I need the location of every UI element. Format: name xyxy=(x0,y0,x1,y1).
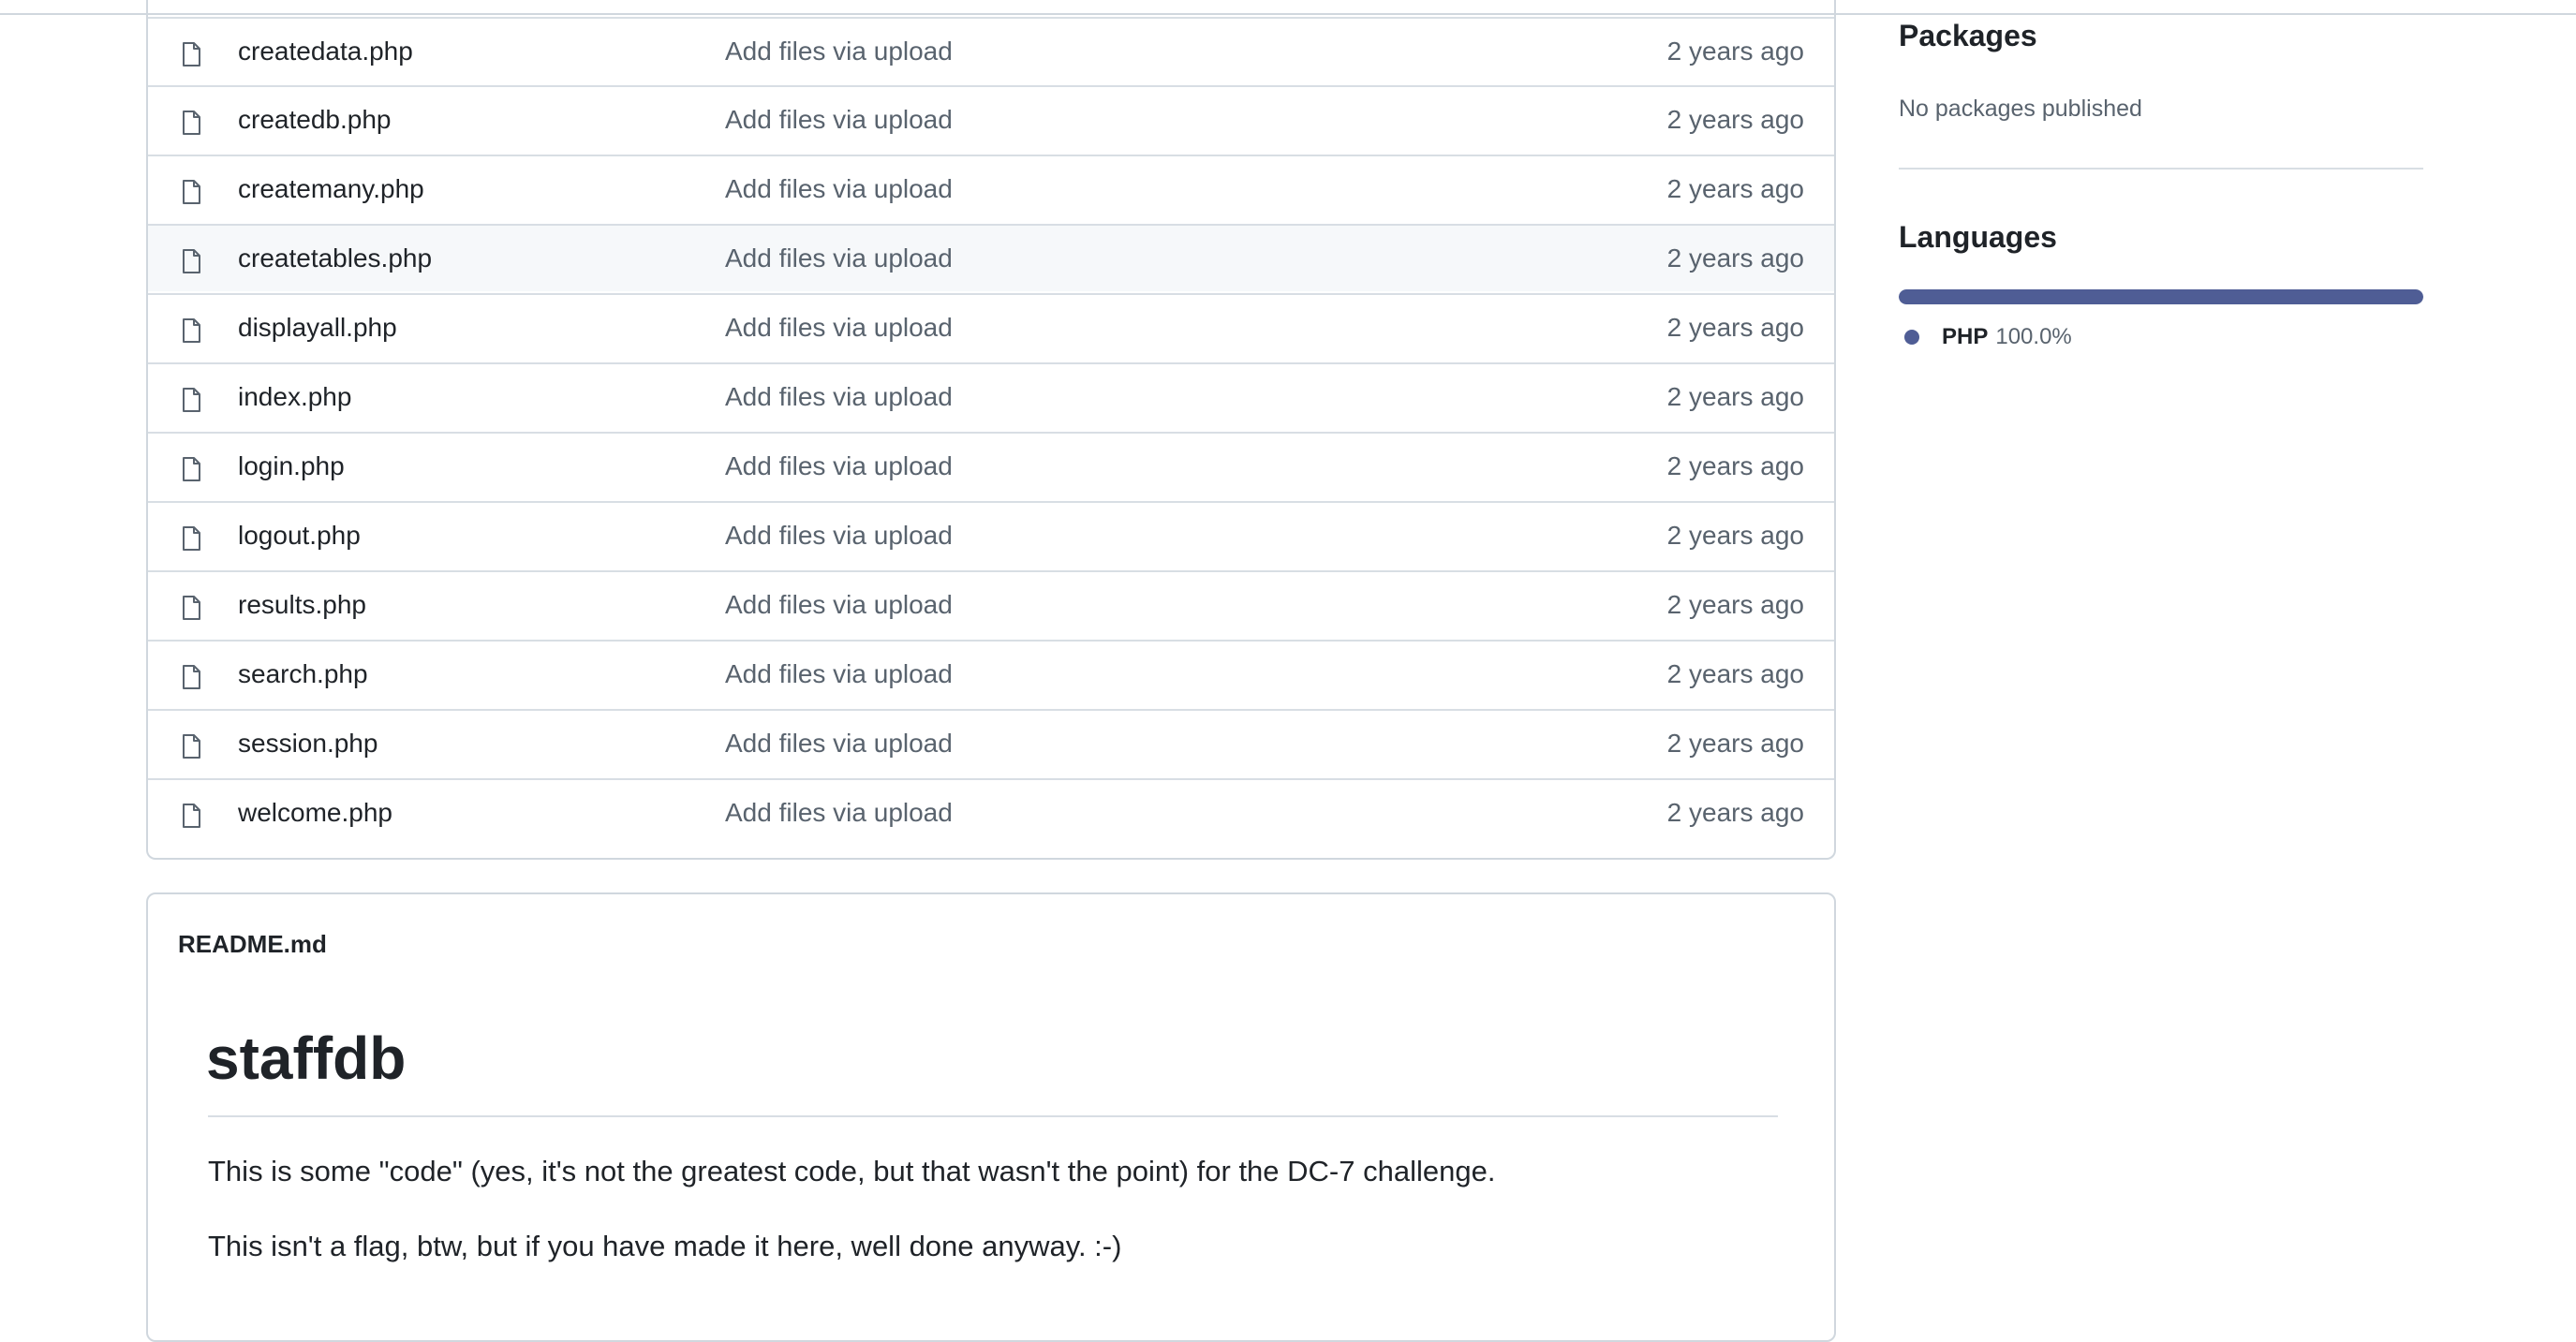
file-name-link[interactable]: createdata.php xyxy=(238,37,413,66)
commit-message-link[interactable]: Add files via upload xyxy=(725,659,953,689)
commit-message-link[interactable]: Add files via upload xyxy=(725,521,953,551)
commit-age: 2 years ago xyxy=(1666,659,1804,688)
file-row[interactable]: search.php Add files via upload 2 years … xyxy=(148,640,1834,707)
file-name-link[interactable]: logout.php xyxy=(238,521,361,551)
packages-empty-text: No packages published xyxy=(1899,96,2142,122)
language-percent: 100.0% xyxy=(1995,324,2072,349)
file-row[interactable]: session.php Add files via upload 2 years… xyxy=(148,709,1834,776)
file-name-link[interactable]: login.php xyxy=(238,451,345,481)
sidebar-divider xyxy=(1899,168,2423,170)
file-name-link[interactable]: results.php xyxy=(238,590,366,620)
file-row[interactable]: displayall.php Add files via upload 2 ye… xyxy=(148,293,1834,361)
commit-age: 2 years ago xyxy=(1666,382,1804,411)
language-color-dot xyxy=(1904,330,1919,345)
file-list: createdata.php Add files via upload 2 ye… xyxy=(146,0,1836,860)
commit-age: 2 years ago xyxy=(1666,729,1804,758)
commit-age: 2 years ago xyxy=(1666,521,1804,550)
packages-heading[interactable]: Packages xyxy=(1899,19,2037,53)
file-row[interactable]: createmany.php Add files via upload 2 ye… xyxy=(148,155,1834,222)
file-name-link[interactable]: session.php xyxy=(238,729,378,759)
commit-message-link[interactable]: Add files via upload xyxy=(725,729,953,759)
language-name: PHP xyxy=(1942,324,1989,349)
commit-age: 2 years ago xyxy=(1666,451,1804,480)
languages-heading: Languages xyxy=(1899,220,2057,254)
readme-filename: README.md xyxy=(178,930,327,958)
file-icon xyxy=(183,318,200,343)
file-icon xyxy=(183,111,200,135)
file-icon xyxy=(183,180,200,204)
file-row[interactable]: login.php Add files via upload 2 years a… xyxy=(148,432,1834,499)
commit-message-link[interactable]: Add files via upload xyxy=(725,105,953,135)
commit-message-link[interactable]: Add files via upload xyxy=(725,451,953,481)
file-icon xyxy=(183,249,200,273)
file-row[interactable]: createdb.php Add files via upload 2 year… xyxy=(148,85,1834,153)
file-icon xyxy=(183,804,200,828)
file-icon xyxy=(183,457,200,481)
file-row[interactable]: createtables.php Add files via upload 2 … xyxy=(148,224,1834,291)
commit-message-link[interactable]: Add files via upload xyxy=(725,382,953,412)
commit-message-link[interactable]: Add files via upload xyxy=(725,313,953,343)
file-name-link[interactable]: createtables.php xyxy=(238,243,432,273)
file-row[interactable]: logout.php Add files via upload 2 years … xyxy=(148,501,1834,568)
file-icon xyxy=(183,596,200,620)
file-name-link[interactable]: index.php xyxy=(238,382,351,412)
commit-age: 2 years ago xyxy=(1666,313,1804,342)
file-icon xyxy=(183,388,200,412)
file-icon xyxy=(183,665,200,689)
file-row[interactable]: createdata.php Add files via upload 2 ye… xyxy=(148,17,1834,84)
commit-age: 2 years ago xyxy=(1666,590,1804,619)
commit-age: 2 years ago xyxy=(1666,243,1804,273)
file-name-link[interactable]: createmany.php xyxy=(238,174,424,204)
commit-age: 2 years ago xyxy=(1666,174,1804,203)
file-icon xyxy=(183,734,200,759)
readme-title: staffdb xyxy=(206,1025,407,1092)
file-icon xyxy=(183,42,200,66)
language-bar-php xyxy=(1899,289,2423,304)
commit-message-link[interactable]: Add files via upload xyxy=(725,37,953,66)
commit-message-link[interactable]: Add files via upload xyxy=(725,590,953,620)
file-icon xyxy=(183,526,200,551)
file-name-link[interactable]: displayall.php xyxy=(238,313,397,343)
commit-age: 2 years ago xyxy=(1666,798,1804,827)
readme-panel: README.md staffdb This is some "code" (y… xyxy=(146,892,1836,1342)
language-bar xyxy=(1899,289,2423,304)
file-name-link[interactable]: search.php xyxy=(238,659,368,689)
commit-message-link[interactable]: Add files via upload xyxy=(725,174,953,204)
file-row[interactable]: index.php Add files via upload 2 years a… xyxy=(148,362,1834,430)
file-name-link[interactable]: createdb.php xyxy=(238,105,391,135)
commit-age: 2 years ago xyxy=(1666,105,1804,134)
readme-paragraph: This is some "code" (yes, it's not the g… xyxy=(208,1155,1496,1187)
readme-paragraph: This isn't a flag, btw, but if you have … xyxy=(208,1230,1122,1262)
file-row[interactable]: results.php Add files via upload 2 years… xyxy=(148,570,1834,638)
commit-message-link[interactable]: Add files via upload xyxy=(725,798,953,828)
file-row[interactable]: welcome.php Add files via upload 2 years… xyxy=(148,778,1834,846)
readme-title-divider xyxy=(208,1115,1778,1117)
commit-message-link[interactable]: Add files via upload xyxy=(725,243,953,273)
file-name-link[interactable]: welcome.php xyxy=(238,798,392,828)
commit-age: 2 years ago xyxy=(1666,37,1804,66)
language-item-php[interactable]: PHP 100.0% xyxy=(1904,324,2072,350)
